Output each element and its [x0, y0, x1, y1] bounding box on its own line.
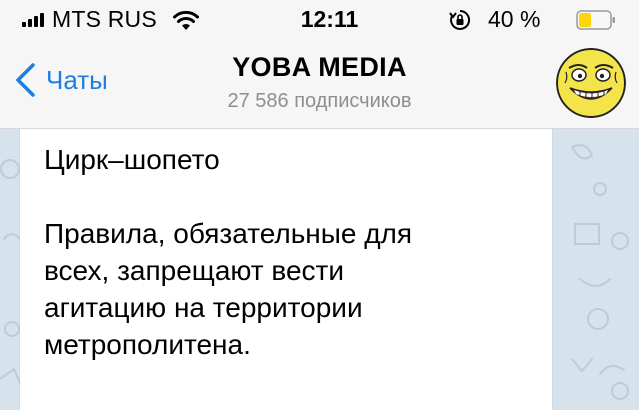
chat-header: Чаты YOBA MEDIA 27 586 подписчиков [0, 44, 639, 129]
orientation-lock-icon [449, 9, 471, 30]
subscriber-count: 27 586 подписчиков [227, 90, 412, 112]
chat-area[interactable]: Цирк–шопето Правила, обязательные для вс… [0, 129, 639, 410]
message-line: агитацию на территории [44, 292, 363, 323]
message-line: Правила, обязательные для [44, 218, 413, 249]
message-text: Цирк–шопето Правила, обязательные для вс… [44, 141, 514, 363]
message-title: Цирк–шопето [44, 144, 220, 175]
message-line: всех, запрещают вести [44, 255, 344, 286]
message-line: метрополитена. [44, 329, 251, 360]
battery-icon [576, 10, 615, 30]
channel-title[interactable]: YOBA MEDIA [0, 52, 639, 83]
channel-avatar[interactable] [556, 48, 626, 118]
status-bar: MTS RUS 12:11 40 % [0, 0, 639, 44]
yoba-face-icon [556, 48, 626, 118]
battery-percent: 40 % [488, 6, 541, 32]
clock-time: 12:11 [300, 6, 359, 32]
